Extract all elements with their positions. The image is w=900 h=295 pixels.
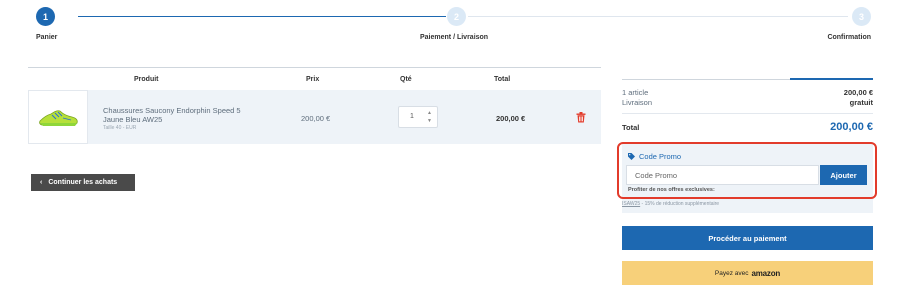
product-name[interactable]: Chaussures Saucony Endorphin Speed 5 Jau… (103, 106, 263, 124)
quantity-stepper[interactable]: 1 ▲ ▼ (398, 106, 438, 128)
summary-separator (622, 113, 873, 114)
summary-accent-line (790, 78, 873, 80)
promo-offer-text: - 15% de réduction supplémentaire (640, 201, 720, 207)
product-price: 200,00 € (301, 114, 331, 123)
step-3-circle: 3 (852, 7, 871, 26)
column-header-price: Prix (306, 76, 320, 83)
summary-divider (622, 79, 790, 80)
step-2-circle: 2 (447, 7, 466, 26)
summary-total-value: 200,00 € (830, 121, 873, 133)
step-3-label: Confirmation (827, 34, 871, 41)
promo-highlight-outline (617, 142, 877, 199)
column-header-total: Total (494, 76, 511, 83)
quantity-decrease-icon[interactable]: ▼ (427, 119, 432, 124)
cart-item-row: Chaussures Saucony Endorphin Speed 5 Jau… (28, 90, 601, 144)
summary-total-label: Total (622, 123, 640, 132)
continue-shopping-button[interactable]: ‹ Continuer les achats (31, 174, 135, 191)
continue-shopping-label: Continuer les achats (48, 179, 118, 186)
summary-articles-label: 1 article (622, 88, 649, 97)
chevron-left-icon: ‹ (40, 179, 43, 186)
running-shoe-icon (39, 110, 78, 126)
amazon-pay-button[interactable]: Payez avec amazon (622, 261, 873, 285)
amazon-logo: amazon (751, 268, 781, 278)
column-header-product: Produit (134, 76, 159, 83)
proceed-to-payment-button[interactable]: Procéder au paiement (622, 226, 873, 250)
promo-offer: ISAW25 - 15% de réduction supplémentaire (622, 201, 719, 207)
step-2-label: Paiement / Livraison (420, 34, 489, 41)
summary-delivery-value: gratuit (849, 98, 873, 107)
step-1-circle: 1 (36, 7, 55, 26)
column-header-qty: Qté (400, 76, 412, 83)
row-total: 200,00 € (496, 114, 526, 123)
quantity-value[interactable]: 1 (410, 113, 414, 120)
promo-offer-code[interactable]: ISAW25 (622, 201, 640, 207)
checkout-stepper: 1 2 3 Panier Paiement / Livraison Confir… (0, 0, 900, 50)
step-1-label: Panier (36, 34, 58, 41)
product-size: Taille 40 - EUR (103, 125, 137, 131)
summary-total-row: Total 200,00 € (622, 121, 873, 135)
summary-articles-value: 200,00 € (843, 88, 873, 97)
product-thumbnail[interactable] (28, 90, 88, 144)
summary-delivery-label: Livraison (622, 98, 653, 107)
summary-articles-row: 1 article 200,00 € (622, 88, 873, 97)
summary-delivery-row: Livraison gratuit (622, 98, 873, 107)
cart-table-divider (28, 67, 601, 68)
stepper-line-completed (78, 16, 446, 17)
trash-icon[interactable] (576, 112, 586, 123)
quantity-increase-icon[interactable]: ▲ (427, 111, 432, 116)
amazon-pay-prefix: Payez avec (714, 269, 749, 277)
stepper-line-pending (468, 16, 848, 17)
